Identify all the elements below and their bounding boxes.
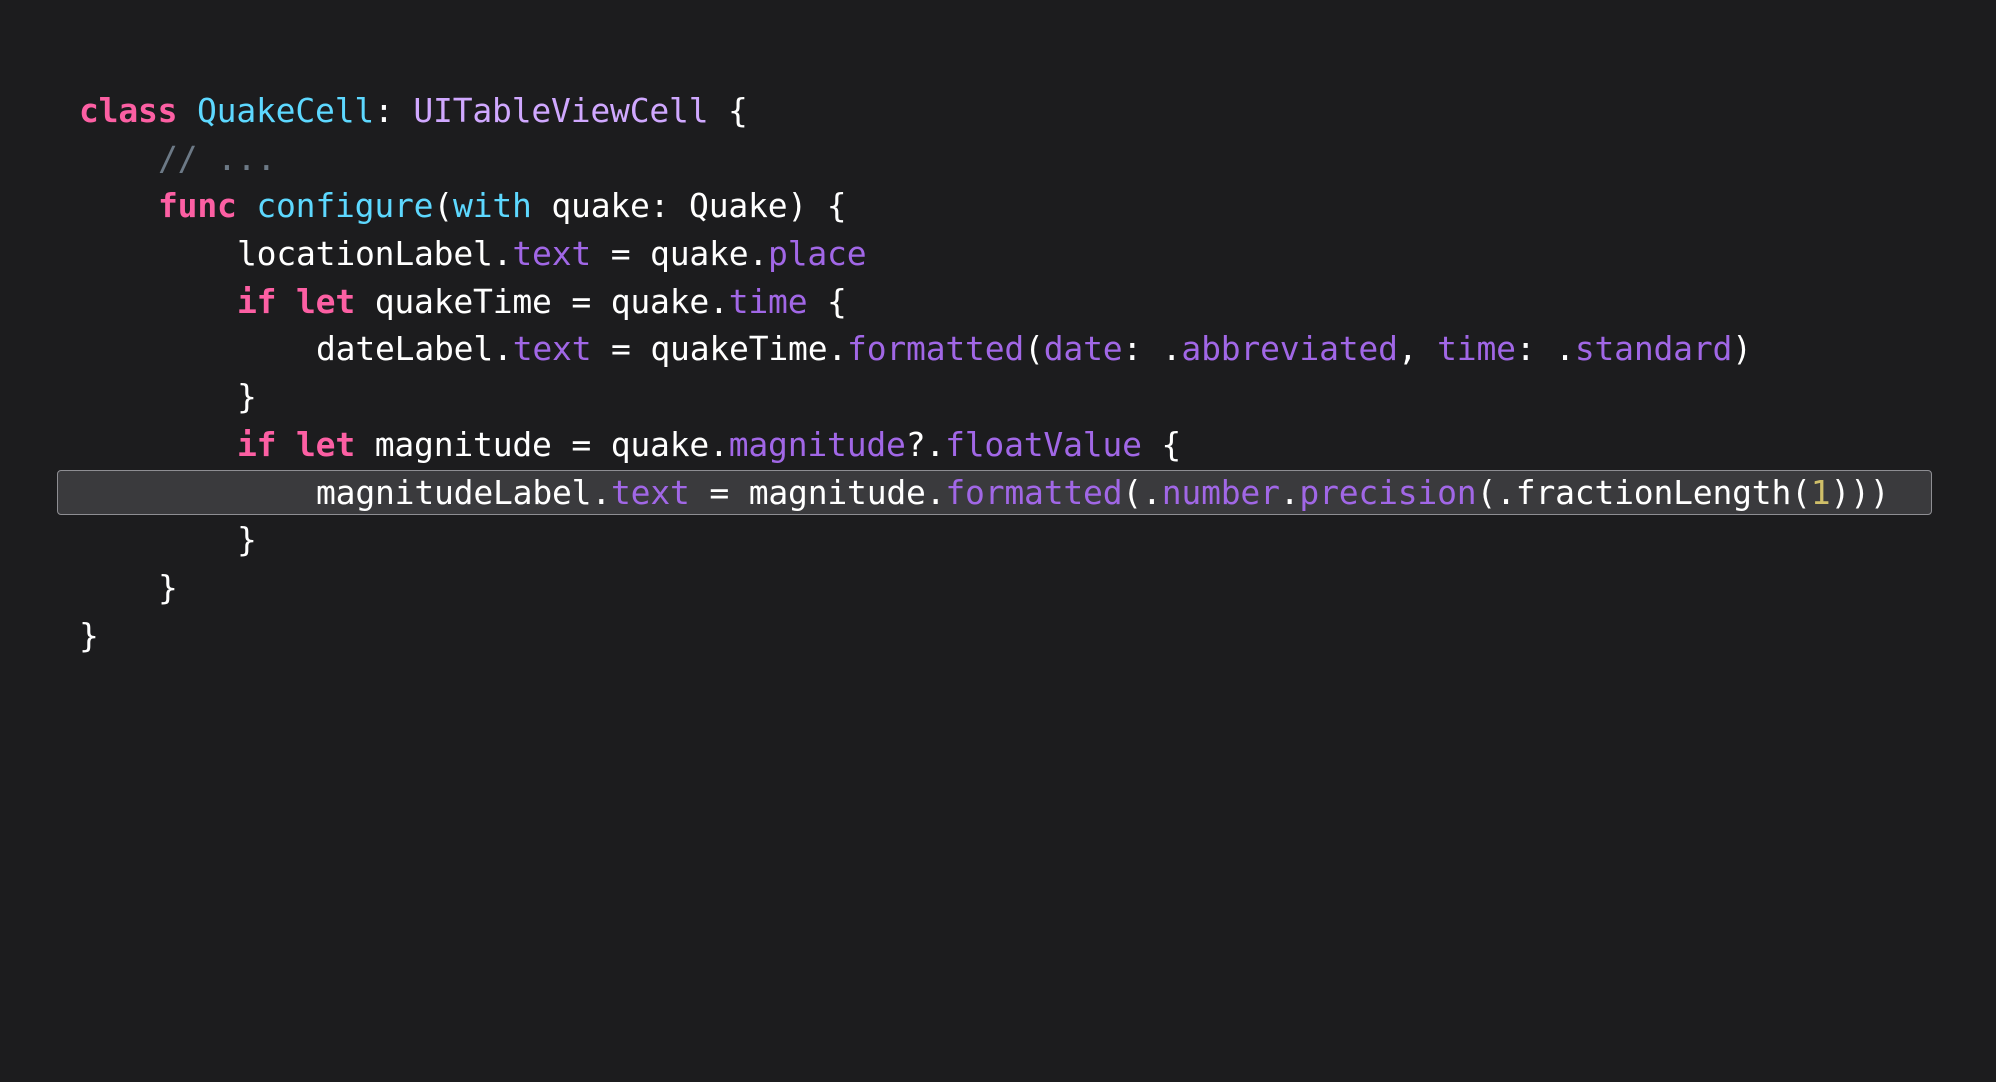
code-token: if bbox=[237, 424, 277, 464]
code-token: { bbox=[708, 91, 748, 130]
code-token: floatValue bbox=[945, 424, 1142, 464]
code-token: let bbox=[296, 281, 356, 321]
code-token: if bbox=[237, 281, 277, 321]
code-token: with bbox=[453, 186, 532, 226]
code-token: ( bbox=[1024, 329, 1044, 369]
code-line-text: if let quakeTime = quake.time { bbox=[237, 278, 847, 326]
code-line-text: func configure(with quake: Quake) { bbox=[158, 182, 847, 230]
code-token: } bbox=[158, 567, 178, 607]
code-token: quakeTime = quake. bbox=[355, 281, 729, 321]
code-line-text: // ... bbox=[158, 135, 276, 183]
code-line-text: dateLabel.text = quakeTime.formatted(dat… bbox=[316, 325, 1752, 373]
code-token: ) bbox=[1732, 329, 1752, 369]
code-token: text bbox=[512, 329, 592, 369]
code-token: number bbox=[1161, 472, 1280, 512]
code-token: } bbox=[79, 615, 99, 655]
code-line[interactable]: if let quakeTime = quake.time { bbox=[0, 278, 1996, 326]
code-token: ( bbox=[433, 186, 454, 226]
code-token: } bbox=[237, 520, 257, 560]
code-line[interactable]: locationLabel.text = quake.place bbox=[0, 230, 1996, 278]
code-token: text bbox=[512, 234, 592, 274]
code-line[interactable]: magnitudeLabel.text = magnitude.formatte… bbox=[0, 469, 1996, 517]
code-line-text: if let magnitude = quake.magnitude?.floa… bbox=[237, 421, 1181, 469]
code-token: func bbox=[158, 186, 237, 226]
code-token: } bbox=[237, 377, 257, 417]
code-line[interactable]: } bbox=[0, 564, 1996, 612]
code-token: : . bbox=[1515, 329, 1575, 369]
code-token: = magnitude. bbox=[689, 472, 946, 512]
code-token: QuakeCell bbox=[197, 91, 375, 130]
code-line[interactable]: } bbox=[0, 373, 1996, 421]
code-token: = quake. bbox=[591, 234, 769, 274]
code-token: magnitudeLabel. bbox=[316, 472, 612, 512]
code-line[interactable]: // ... bbox=[0, 135, 1996, 183]
code-line-text: magnitudeLabel.text = magnitude.formatte… bbox=[316, 469, 1890, 517]
code-token: configure bbox=[256, 186, 434, 226]
code-line-text: class QuakeCell: UITableViewCell { bbox=[79, 87, 748, 135]
code-token: let bbox=[296, 424, 356, 464]
code-token: UITableViewCell bbox=[413, 91, 709, 130]
code-token: dateLabel. bbox=[316, 329, 513, 369]
code-line[interactable]: } bbox=[0, 516, 1996, 564]
code-token: text bbox=[611, 472, 690, 512]
code-token: date bbox=[1043, 329, 1123, 369]
code-token: time bbox=[1437, 329, 1516, 369]
code-token: abbreviated bbox=[1181, 329, 1398, 369]
code-line[interactable]: } bbox=[0, 612, 1996, 660]
code-token: locationLabel. bbox=[237, 234, 513, 274]
code-token: , bbox=[1397, 329, 1438, 369]
code-token: = quakeTime. bbox=[591, 329, 848, 369]
code-line[interactable]: if let magnitude = quake.magnitude?.floa… bbox=[0, 421, 1996, 469]
code-token: ))) bbox=[1830, 472, 1890, 512]
code-token: ?. bbox=[905, 424, 946, 464]
code-line-text: } bbox=[79, 612, 99, 660]
code-token: formatted bbox=[945, 472, 1123, 512]
code-token: (. bbox=[1122, 472, 1162, 512]
code-token: : bbox=[374, 91, 414, 130]
code-line-text: locationLabel.text = quake.place bbox=[237, 230, 867, 278]
code-token: { bbox=[1141, 424, 1182, 464]
code-token: magnitude = quake. bbox=[355, 424, 729, 464]
code-line-text: } bbox=[237, 373, 257, 421]
code-token: : . bbox=[1122, 329, 1182, 369]
code-token: // ... bbox=[158, 138, 277, 178]
code-token: precision bbox=[1299, 472, 1477, 512]
code-block[interactable]: class QuakeCell: UITableViewCell {// ...… bbox=[0, 87, 1996, 659]
code-line[interactable]: dateLabel.text = quakeTime.formatted(dat… bbox=[0, 325, 1996, 373]
code-token: formatted bbox=[847, 329, 1025, 369]
code-token: magnitude bbox=[728, 424, 906, 464]
code-editor[interactable]: class QuakeCell: UITableViewCell {// ...… bbox=[0, 0, 1996, 1082]
code-token: time bbox=[728, 281, 808, 321]
code-token: 1 bbox=[1810, 472, 1831, 512]
code-line-text: } bbox=[237, 516, 257, 564]
code-token: . bbox=[1279, 472, 1300, 512]
code-token: (.fractionLength( bbox=[1476, 472, 1811, 512]
code-line-text: } bbox=[158, 564, 178, 612]
code-token: class bbox=[79, 91, 178, 130]
code-token: standard bbox=[1574, 329, 1733, 369]
code-token: { bbox=[807, 281, 847, 321]
code-token: place bbox=[768, 234, 867, 274]
code-line[interactable]: class QuakeCell: UITableViewCell { bbox=[0, 87, 1996, 135]
code-token: quake: Quake) { bbox=[531, 186, 847, 226]
code-line[interactable]: func configure(with quake: Quake) { bbox=[0, 182, 1996, 230]
